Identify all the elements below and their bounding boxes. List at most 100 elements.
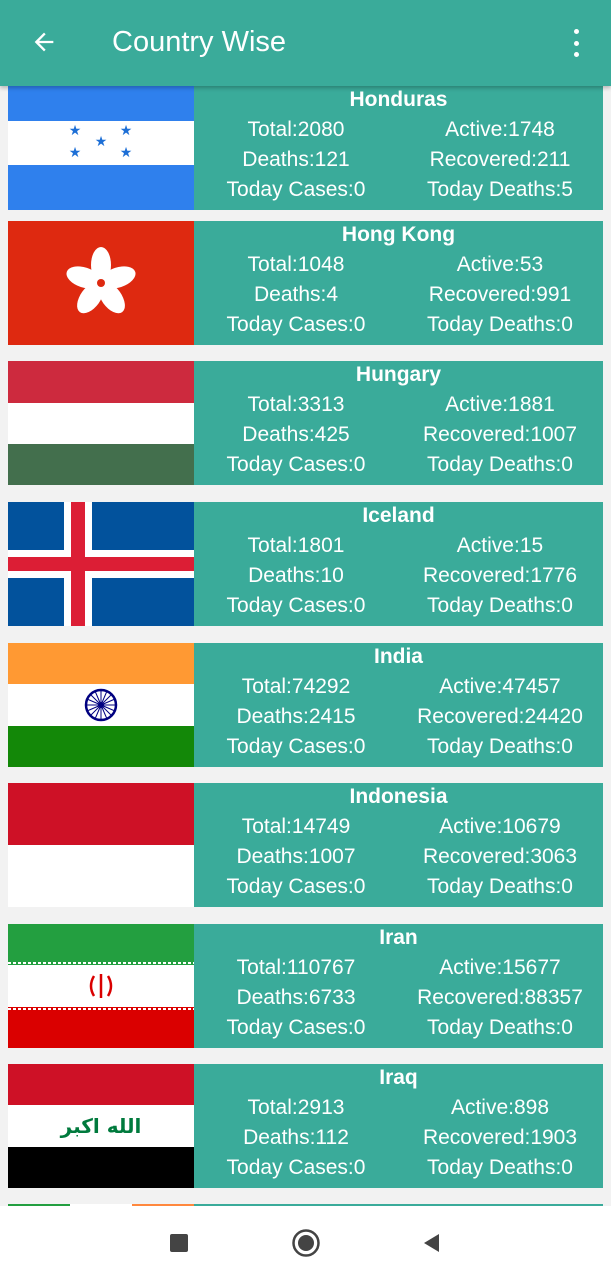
recovered-count: Recovered:991: [428, 283, 572, 306]
more-dot: [573, 40, 579, 46]
app-bar: Country Wise: [0, 0, 611, 86]
home-button[interactable]: [291, 1228, 321, 1258]
flag-iceland: [8, 502, 194, 626]
country-info: Hong Kong Total:1048 Active:53 Deaths:4 …: [194, 221, 603, 345]
country-name: Iraq: [379, 1066, 418, 1089]
deaths-count: Deaths:425: [242, 423, 350, 446]
flag-iraq: الله اكبر: [8, 1064, 194, 1188]
svg-text:★: ★: [120, 145, 133, 161]
flag-india: [8, 643, 194, 767]
active-count: Active:15: [456, 534, 544, 557]
country-info: India Total:74292 Active:47457 Deaths:24…: [194, 643, 603, 767]
active-count: Active:1881: [445, 393, 555, 416]
today-cases: Today Cases:0: [226, 594, 366, 617]
more-dot: [573, 52, 579, 57]
recovered-count: Recovered:1007: [422, 423, 578, 446]
today-deaths: Today Deaths:0: [427, 1016, 573, 1039]
country-card-honduras[interactable]: ★ ★ ★ ★ ★ Honduras Total:2080 Active:1748 …: [8, 86, 603, 210]
total-count: Total:3313: [247, 393, 345, 416]
triangle-icon: [424, 1234, 439, 1252]
country-card-indonesia[interactable]: Indonesia Total:14749 Active:10679 Death…: [8, 783, 603, 907]
flag-hungary: [8, 361, 194, 485]
more-vert-icon: [573, 29, 579, 34]
today-deaths: Today Deaths:0: [427, 1156, 573, 1179]
active-count: Active:10679: [439, 815, 561, 838]
country-info: Hungary Total:3313 Active:1881 Deaths:42…: [194, 361, 603, 485]
country-info: Iceland Total:1801 Active:15 Deaths:10 R…: [194, 502, 603, 626]
active-count: Active:15677: [439, 956, 561, 979]
today-deaths: Today Deaths:0: [427, 735, 573, 758]
country-name: India: [373, 645, 423, 668]
country-card-iran[interactable]: Iran Total:110767 Active:15677 Deaths:67…: [8, 924, 603, 1048]
today-deaths: Today Deaths:5: [427, 178, 573, 201]
country-card-hong-kong[interactable]: Hong Kong Total:1048 Active:53 Deaths:4 …: [8, 221, 603, 345]
svg-text:★: ★: [95, 134, 108, 150]
flag-inscription: الله اكبر: [60, 1114, 142, 1138]
total-count: Total:2913: [247, 1096, 345, 1119]
svg-text:★: ★: [69, 123, 82, 139]
country-name: Honduras: [349, 88, 448, 111]
page-title: Country Wise: [112, 26, 287, 58]
country-name: Hungary: [355, 363, 442, 386]
back-button[interactable]: [26, 24, 62, 60]
today-cases: Today Cases:0: [226, 875, 366, 898]
nav-back-button[interactable]: [416, 1228, 446, 1258]
arrow-back-icon: [34, 32, 54, 52]
flag-hong-kong: [8, 221, 194, 345]
active-count: Active:898: [450, 1096, 550, 1119]
total-count: Total:1801: [247, 534, 345, 557]
country-card-hungary[interactable]: Hungary Total:3313 Active:1881 Deaths:42…: [8, 361, 603, 485]
today-cases: Today Cases:0: [226, 453, 366, 476]
today-cases: Today Cases:0: [226, 178, 366, 201]
svg-text:★: ★: [120, 123, 133, 139]
deaths-count: Deaths:121: [242, 148, 350, 171]
total-count: Total:2080: [247, 118, 345, 141]
total-count: Total:110767: [236, 956, 356, 979]
country-info: Iran Total:110767 Active:15677 Deaths:67…: [194, 924, 603, 1048]
square-icon: [170, 1234, 188, 1252]
country-info: Iraq Total:2913 Active:898 Deaths:112 Re…: [194, 1064, 603, 1188]
country-name: Iran: [379, 926, 418, 949]
recovered-count: Recovered:88357: [417, 986, 583, 1009]
today-cases: Today Cases:0: [226, 1156, 366, 1179]
today-deaths: Today Deaths:0: [427, 875, 573, 898]
flag-indonesia: [8, 783, 194, 907]
recovered-count: Recovered:24420: [417, 705, 583, 728]
svg-text:★: ★: [69, 145, 82, 161]
more-options-button[interactable]: [562, 26, 590, 60]
country-list[interactable]: ★ ★ ★ ★ ★ Honduras Total:2080 Active:1748 …: [0, 86, 611, 1206]
today-deaths: Today Deaths:0: [427, 453, 573, 476]
active-count: Active:47457: [439, 675, 561, 698]
country-info: Honduras Total:2080 Active:1748 Deaths:1…: [194, 86, 603, 210]
today-deaths: Today Deaths:0: [427, 594, 573, 617]
today-cases: Today Cases:0: [226, 313, 366, 336]
deaths-count: Deaths:6733: [236, 986, 356, 1009]
country-info: Indonesia Total:14749 Active:10679 Death…: [194, 783, 603, 907]
country-name: Hong Kong: [341, 223, 456, 246]
recents-button[interactable]: [164, 1228, 194, 1258]
active-count: Active:1748: [445, 118, 555, 141]
circle-icon: [292, 1229, 320, 1257]
deaths-count: Deaths:10: [248, 564, 344, 587]
recovered-count: Recovered:1903: [422, 1126, 578, 1149]
flag-iran: [8, 924, 194, 1048]
system-navigation-bar: [0, 1206, 611, 1280]
today-cases: Today Cases:0: [226, 735, 366, 758]
deaths-count: Deaths:4: [253, 283, 339, 306]
deaths-count: Deaths:1007: [236, 845, 356, 868]
today-deaths: Today Deaths:0: [427, 313, 573, 336]
country-card-iraq[interactable]: الله اكبر Iraq Total:2913 Active:898 Dea…: [8, 1064, 603, 1188]
country-name: Iceland: [362, 504, 435, 527]
total-count: Total:1048: [247, 253, 345, 276]
country-card-iceland[interactable]: Iceland Total:1801 Active:15 Deaths:10 R…: [8, 502, 603, 626]
today-cases: Today Cases:0: [226, 1016, 366, 1039]
country-name: Indonesia: [349, 785, 448, 808]
flag-honduras: ★ ★ ★ ★ ★: [8, 86, 194, 210]
deaths-count: Deaths:112: [243, 1126, 349, 1149]
total-count: Total:14749: [241, 815, 351, 838]
deaths-count: Deaths:2415: [236, 705, 356, 728]
recovered-count: Recovered:3063: [422, 845, 578, 868]
recovered-count: Recovered:211: [429, 148, 571, 171]
country-card-india[interactable]: India Total:74292 Active:47457 Deaths:24…: [8, 643, 603, 767]
recovered-count: Recovered:1776: [422, 564, 578, 587]
